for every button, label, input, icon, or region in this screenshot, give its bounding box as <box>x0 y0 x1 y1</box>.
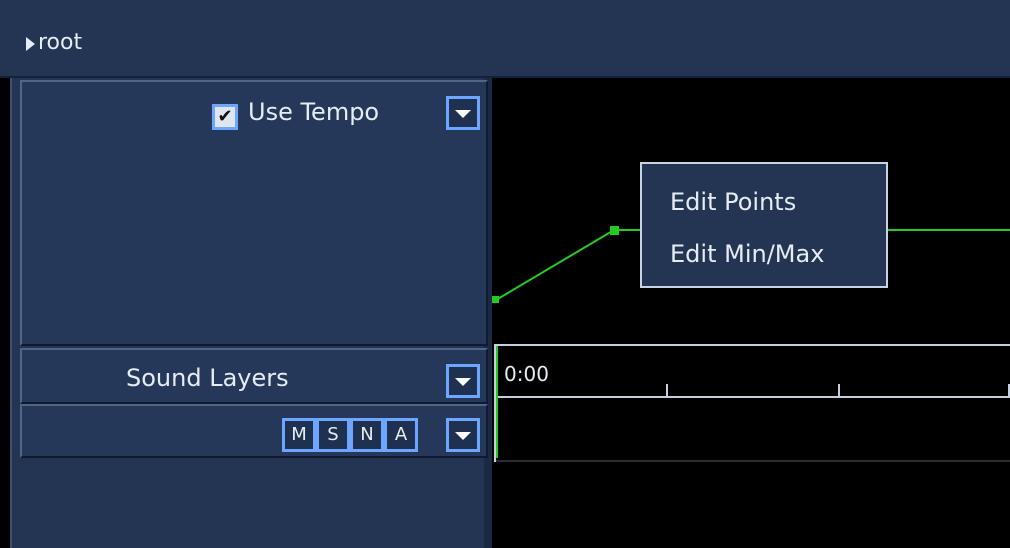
use-tempo-checkbox[interactable]: ✔ <box>212 104 238 130</box>
layer-options-dropdown-button[interactable] <box>446 418 480 452</box>
time-start-label: 0:00 <box>504 362 549 386</box>
timeline-area: Edit Points Edit Min/Max 0:00 <box>492 78 1010 548</box>
tempo-point-1 <box>610 226 619 235</box>
layer-controls: M S N A <box>20 404 488 458</box>
root-label[interactable]: root <box>38 30 82 55</box>
a-button[interactable]: A <box>384 418 418 452</box>
breadcrumb-bar: root <box>0 0 1010 78</box>
n-button[interactable]: N <box>350 418 384 452</box>
context-menu: Edit Points Edit Min/Max <box>640 162 888 288</box>
sound-layers-header: Sound Layers <box>20 348 488 404</box>
solo-button[interactable]: S <box>316 418 350 452</box>
ruler-line <box>496 396 1010 398</box>
sound-layers-dropdown-button[interactable] <box>446 364 480 398</box>
use-tempo-label: Use Tempo <box>248 98 380 126</box>
edit-min-max-menu-item[interactable]: Edit Min/Max <box>670 240 824 268</box>
sound-layers-label: Sound Layers <box>126 364 289 392</box>
expand-arrow-icon[interactable] <box>26 37 35 51</box>
track-divider <box>496 460 1010 462</box>
edit-points-menu-item[interactable]: Edit Points <box>670 188 796 216</box>
tempo-point-start <box>492 296 499 303</box>
timeline-ruler[interactable]: 0:00 <box>494 344 1010 462</box>
mute-button[interactable]: M <box>282 418 316 452</box>
left-panel: ✔ Use Tempo Sound Layers M S N A <box>10 78 492 548</box>
tempo-panel: ✔ Use Tempo <box>20 80 488 346</box>
playhead[interactable] <box>496 346 498 458</box>
tempo-dropdown-button[interactable] <box>446 96 480 130</box>
